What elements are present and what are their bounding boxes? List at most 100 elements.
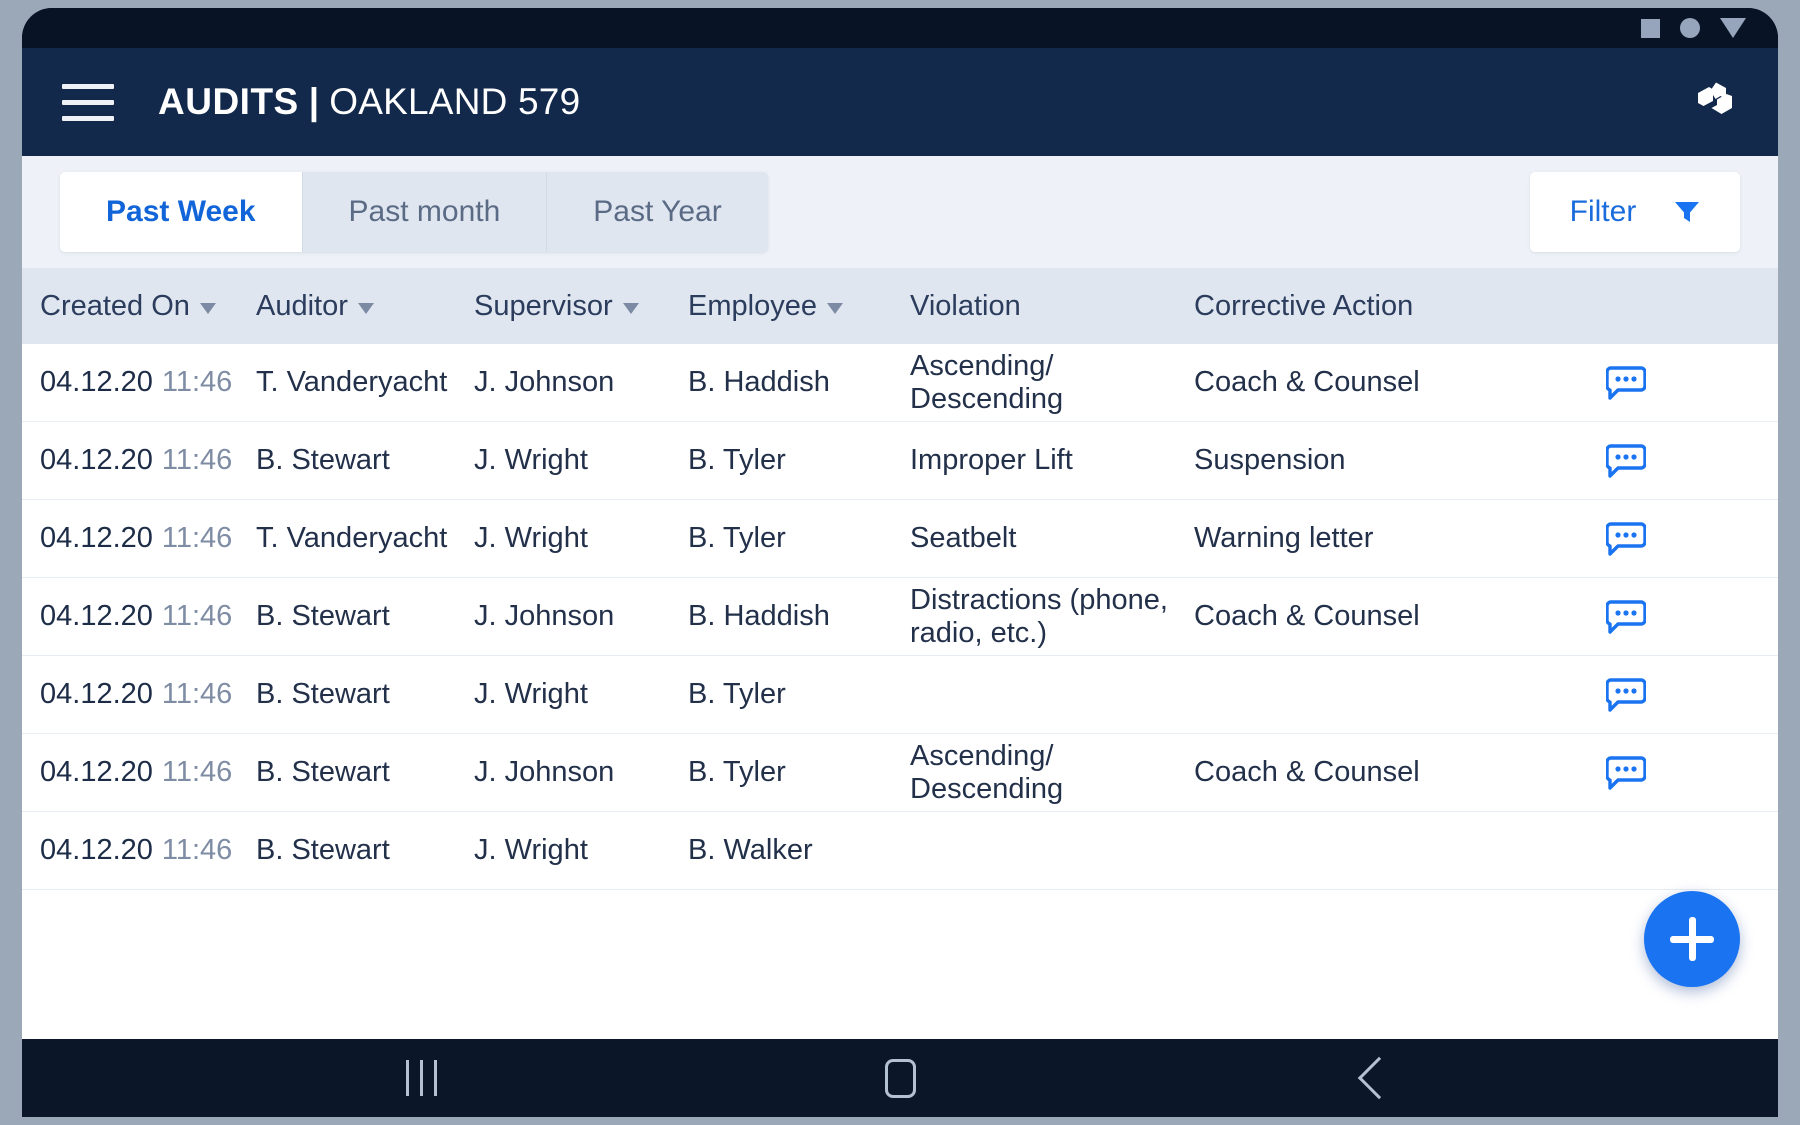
cell-violation: Distractions (phone, radio, etc.) (910, 583, 1168, 649)
circle-icon (1680, 18, 1700, 38)
column-header-created-on-label: Created On (40, 289, 190, 322)
cell-violation: Seatbelt (910, 522, 1017, 555)
cell-actions (1554, 755, 1778, 790)
cell-supervisor: J. Wright (474, 522, 588, 555)
cell-employee: B. Tyler (688, 444, 786, 477)
plus-icon-vertical (1688, 917, 1696, 961)
chat-bubble-icon[interactable] (1605, 365, 1647, 400)
table-body: 04.12.20 11:46 T. Vanderyacht J. Johnson B. … (22, 344, 1778, 890)
cell-auditor: B. Stewart (256, 678, 390, 711)
tab-past-week[interactable]: Past Week (60, 172, 303, 252)
cell-corrective-action: Coach & Counsel (1194, 756, 1420, 789)
table-row[interactable]: 04.12.20 11:46 B. Stewart J. Wright B. Walke… (22, 812, 1778, 890)
cell-supervisor: J. Johnson (474, 600, 615, 633)
cell-auditor: T. Vanderyacht (256, 522, 448, 555)
cell-created-on: 04.12.20 11:46 (40, 600, 233, 633)
cell-auditor: B. Stewart (256, 756, 390, 789)
cell-created-on: 04.12.20 11:46 (40, 444, 233, 477)
table-row[interactable]: 04.12.20 11:46 B. Stewart J. Johnson B. Hadd… (22, 578, 1778, 656)
cell-created-on: 04.12.20 11:46 (40, 678, 233, 711)
cell-actions (1554, 443, 1778, 478)
cell-violation: Improper Lift (910, 444, 1073, 477)
chat-bubble-icon[interactable] (1605, 443, 1647, 478)
cell-corrective-action: Suspension (1194, 444, 1346, 477)
cell-created-on: 04.12.20 11:46 (40, 522, 233, 555)
column-header-employee[interactable]: Employee (688, 290, 910, 323)
cell-employee: B. Haddish (688, 600, 830, 633)
hamburger-menu-icon[interactable] (62, 83, 114, 121)
table-row[interactable]: 04.12.20 11:46 T. Vanderyacht J. Johnson B. … (22, 344, 1778, 422)
cell-auditor: T. Vanderyacht (256, 366, 448, 399)
tab-past-month[interactable]: Past month (302, 172, 548, 252)
page-title-separator: | (308, 81, 320, 122)
chevron-down-icon (826, 302, 843, 314)
table-row[interactable]: 04.12.20 11:46 T. Vanderyacht J. Wright B. T… (22, 500, 1778, 578)
column-header-violation-label: Violation (910, 289, 1021, 322)
chevron-down-icon (622, 302, 639, 314)
cell-supervisor: J. Wright (474, 444, 588, 477)
cell-actions (1554, 599, 1778, 634)
cell-auditor: B. Stewart (256, 444, 390, 477)
cell-corrective-action: Warning letter (1194, 522, 1374, 555)
device-screen: AUDITS | OAKLAND 579 Past Week Past mont… (22, 8, 1778, 1117)
tab-past-year[interactable]: Past Year (547, 172, 768, 252)
home-icon[interactable] (885, 1058, 916, 1098)
column-header-violation: Violation (910, 290, 1194, 323)
time-range-tabs: Past Week Past month Past Year (60, 172, 768, 252)
table-row[interactable]: 04.12.20 11:46 B. Stewart J. Wright B. Tyler… (22, 422, 1778, 500)
cell-corrective-action: Coach & Counsel (1194, 600, 1420, 633)
funnel-icon (1674, 200, 1700, 224)
app-bar: AUDITS | OAKLAND 579 (22, 48, 1778, 156)
column-header-employee-label: Employee (688, 289, 817, 322)
cell-auditor: B. Stewart (256, 834, 390, 867)
cell-violation: Ascending/ Descending (910, 349, 1064, 415)
table-row[interactable]: 04.12.20 11:46 B. Stewart J. Wright B. Tyler (22, 656, 1778, 734)
page-title-bold: AUDITS (158, 81, 299, 122)
filter-button[interactable]: Filter (1530, 172, 1740, 252)
filter-button-label: Filter (1569, 195, 1637, 228)
cell-created-on: 04.12.20 11:46 (40, 756, 233, 789)
column-header-supervisor[interactable]: Supervisor (474, 290, 688, 323)
back-icon[interactable] (1357, 1056, 1401, 1100)
cell-actions (1554, 365, 1778, 400)
cell-corrective-action: Coach & Counsel (1194, 366, 1420, 399)
device-frame: AUDITS | OAKLAND 579 Past Week Past mont… (0, 0, 1800, 1125)
audits-table: Created On Auditor Supervisor Employee V… (22, 268, 1778, 1039)
column-header-auditor[interactable]: Auditor (256, 290, 474, 323)
cell-violation: Ascending/ Descending (910, 739, 1064, 805)
add-audit-button[interactable] (1644, 891, 1740, 987)
cell-employee: B. Tyler (688, 522, 786, 555)
recents-icon[interactable] (406, 1060, 437, 1096)
cell-employee: B. Walker (688, 834, 813, 867)
cell-supervisor: J. Wright (474, 834, 588, 867)
cell-actions (1554, 677, 1778, 712)
chat-bubble-icon[interactable] (1605, 755, 1647, 790)
chevron-down-icon (199, 302, 216, 314)
column-header-auditor-label: Auditor (256, 289, 348, 322)
square-icon (1641, 18, 1660, 38)
page-title-location: OAKLAND 579 (329, 81, 581, 122)
chat-bubble-icon[interactable] (1605, 521, 1647, 556)
cell-supervisor: J. Johnson (474, 756, 615, 789)
cell-supervisor: J. Wright (474, 678, 588, 711)
cell-employee: B. Haddish (688, 366, 830, 399)
cell-created-on: 04.12.20 11:46 (40, 834, 233, 867)
chevron-down-icon (357, 302, 374, 314)
chat-bubble-icon[interactable] (1605, 599, 1647, 634)
triangle-down-icon (1720, 18, 1746, 38)
page-title: AUDITS | OAKLAND 579 (158, 81, 580, 123)
cell-employee: B. Tyler (688, 678, 786, 711)
column-header-corrective-action: Corrective Action (1194, 290, 1554, 323)
column-header-supervisor-label: Supervisor (474, 289, 613, 322)
chat-bubble-icon[interactable] (1605, 677, 1647, 712)
cell-auditor: B. Stewart (256, 600, 390, 633)
cell-supervisor: J. Johnson (474, 366, 615, 399)
cell-employee: B. Tyler (688, 756, 786, 789)
filter-toolbar: Past Week Past month Past Year Filter (22, 156, 1778, 268)
brand-hexagon-refresh-icon (1692, 79, 1738, 125)
table-row[interactable]: 04.12.20 11:46 B. Stewart J. Johnson B. Tyle… (22, 734, 1778, 812)
android-navigation-bar (22, 1039, 1778, 1117)
column-header-created-on[interactable]: Created On (22, 290, 256, 323)
cell-created-on: 04.12.20 11:46 (40, 366, 233, 399)
column-header-corrective-action-label: Corrective Action (1194, 289, 1414, 322)
